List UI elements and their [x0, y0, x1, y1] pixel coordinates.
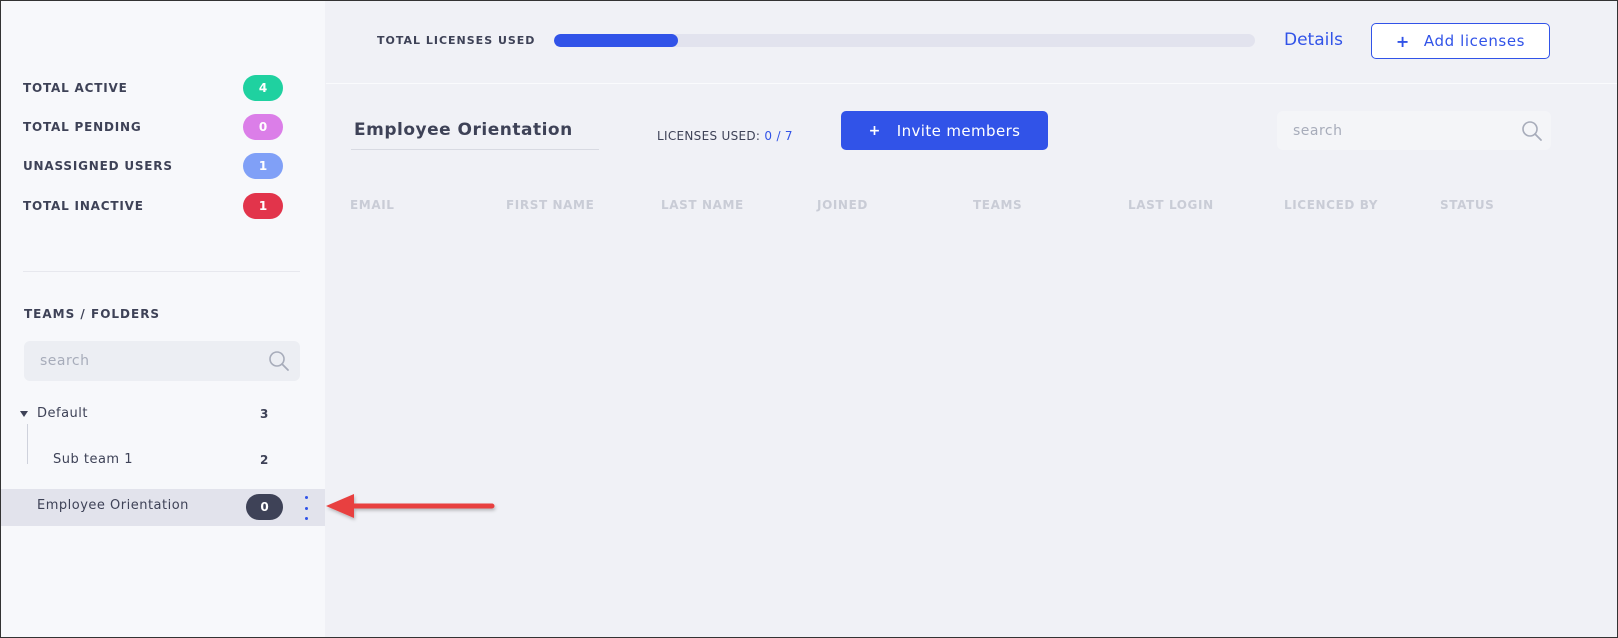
tree-item-count: 2 — [260, 453, 269, 467]
stat-label: TOTAL ACTIVE — [23, 81, 128, 95]
count-badge: 1 — [243, 153, 283, 179]
plus-icon: + — [1395, 31, 1410, 51]
expand-caret-icon[interactable] — [20, 411, 28, 417]
tree-item-label: Sub team 1 — [53, 452, 134, 467]
total-licenses-label: TOTAL LICENSES USED — [377, 34, 536, 47]
column-header-teams[interactable]: TEAMS — [973, 198, 1022, 212]
tree-item-label: Default — [37, 406, 88, 421]
title-underline — [351, 149, 599, 150]
members-search-input[interactable] — [1277, 111, 1551, 150]
tree-item-label-wrap: Employee Orientation — [37, 498, 189, 513]
more-options-icon[interactable] — [302, 496, 310, 520]
team-title[interactable]: Employee Orientation — [354, 120, 573, 140]
teams-search-input[interactable] — [24, 341, 300, 381]
stat-label: TOTAL PENDING — [23, 120, 142, 134]
tree-item-default[interactable]: Default — [37, 406, 88, 421]
column-header-last-login[interactable]: LAST LOGIN — [1128, 198, 1214, 212]
tree-item-sub-team-1[interactable]: Sub team 1 — [53, 452, 133, 467]
tree-item-label: Employee Orientation — [37, 498, 189, 513]
search-icon[interactable] — [268, 350, 290, 372]
column-header-licenced-by[interactable]: LICENCED BY — [1284, 198, 1378, 212]
teams-search-box — [24, 341, 300, 381]
add-licenses-button[interactable]: + Add licenses — [1371, 23, 1550, 59]
stat-total-active[interactable]: TOTAL ACTIVE 4 — [23, 75, 283, 101]
add-licenses-label: Add licenses — [1423, 32, 1526, 50]
stat-label: UNASSIGNED USERS — [23, 159, 173, 173]
plus-icon: + — [868, 122, 881, 139]
count-badge: 4 — [243, 75, 283, 101]
tree-connector — [27, 424, 28, 464]
annotation-arrow-icon — [326, 494, 495, 518]
stat-total-pending[interactable]: TOTAL PENDING 0 — [23, 114, 283, 140]
invite-members-button[interactable]: + Invite members — [841, 111, 1048, 150]
stat-unassigned-users[interactable]: UNASSIGNED USERS 1 — [23, 153, 283, 179]
column-header-first-name[interactable]: FIRST NAME — [506, 198, 594, 212]
topbar-divider — [326, 83, 1617, 84]
stat-label: TOTAL INACTIVE — [23, 199, 144, 213]
count-badge: 1 — [243, 193, 283, 219]
sidebar-divider — [23, 271, 300, 272]
tree-item-count: 3 — [260, 407, 269, 421]
column-header-email[interactable]: EMAIL — [350, 198, 395, 212]
search-icon[interactable] — [1521, 120, 1543, 142]
licenses-progress-bar — [554, 34, 1255, 47]
invite-members-label: Invite members — [896, 121, 1021, 140]
stat-total-inactive[interactable]: TOTAL INACTIVE 1 — [23, 193, 283, 219]
details-link[interactable]: Details — [1284, 30, 1343, 50]
column-header-last-name[interactable]: LAST NAME — [661, 198, 744, 212]
count-badge: 0 — [246, 494, 283, 520]
members-search-box — [1277, 111, 1551, 150]
licenses-used-value: 0 / 7 — [764, 129, 793, 143]
column-header-joined[interactable]: JOINED — [817, 198, 868, 212]
teams-folders-heading: TEAMS / FOLDERS — [24, 307, 161, 321]
column-header-status[interactable]: STATUS — [1440, 198, 1494, 212]
licenses-used-label: LICENSES USED: — [657, 129, 761, 143]
licenses-progress-fill — [554, 34, 679, 47]
count-badge: 0 — [243, 114, 283, 140]
licenses-used-text: LICENSES USED: 0 / 7 — [657, 129, 793, 143]
